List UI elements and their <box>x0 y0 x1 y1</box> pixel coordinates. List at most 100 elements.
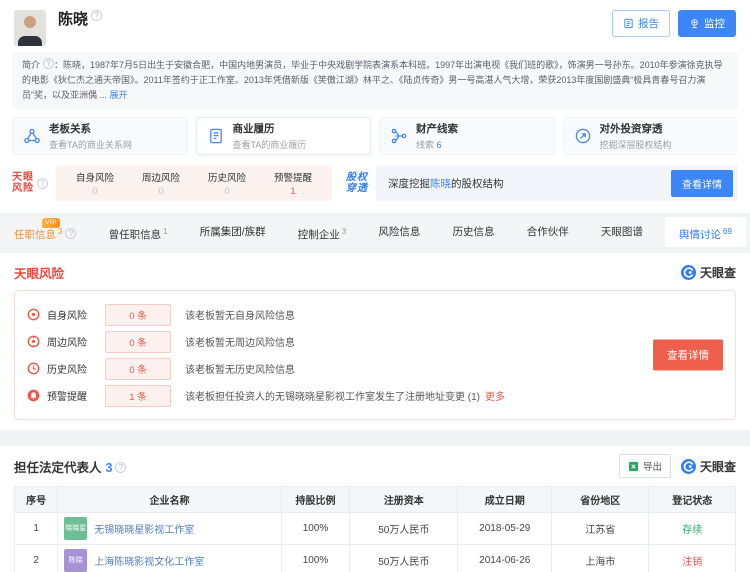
tab-label: 控制企业 <box>298 229 340 241</box>
company-link[interactable]: 无锡晓晓星影视工作室 <box>94 521 194 536</box>
stat-self-risk: 自身风险 0 <box>62 170 128 197</box>
card-business-resume[interactable]: 商业履历 查看TA的商业履历 <box>196 117 372 155</box>
risk-row-self: 自身风险 0 条 该老板暂无自身风险信息 <box>27 301 723 328</box>
card-boss-relation[interactable]: 老板关系 查看TA的商业关系网 <box>12 117 188 155</box>
card-asset-clues[interactable]: 财产线索 线索 6 <box>379 117 555 155</box>
cell-no: 1 <box>15 513 58 545</box>
tab-controlled-companies[interactable]: 控制企业3 <box>288 217 356 247</box>
tab-count: 3 <box>342 227 346 236</box>
cell-capital: 50万人民币 <box>350 545 458 572</box>
risk-count-pill[interactable]: 1 条 <box>105 385 171 407</box>
network-icon <box>23 127 41 145</box>
risk-section-title: 天眼风险 <box>14 263 64 282</box>
col-no: 序号 <box>15 487 58 513</box>
more-link[interactable]: 更多 <box>485 388 505 403</box>
tab-history-info[interactable]: 历史信息 <box>443 217 505 247</box>
equity-panel: 深度挖掘 陈晓 的股权结构 查看详情 <box>376 165 738 201</box>
equity-detail-button[interactable]: 查看详情 <box>671 170 733 197</box>
help-icon[interactable] <box>91 10 102 21</box>
card-subtitle: 查看TA的商业关系网 <box>49 138 132 151</box>
stat-history-risk: 历史风险 0 <box>194 170 260 197</box>
cell-no: 2 <box>15 545 58 572</box>
cell-region: 上海市 <box>552 545 649 572</box>
clue-prefix: 线索 <box>416 140 437 150</box>
card-title: 老板关系 <box>49 121 132 136</box>
equity-person-link[interactable]: 陈晓 <box>430 176 451 191</box>
card-subtitle: 挖掘深层股权结构 <box>600 138 672 151</box>
stat-value: 0 <box>128 186 194 197</box>
card-text: 商业履历 查看TA的商业履历 <box>233 121 307 151</box>
bio-label: 简介 <box>22 60 40 70</box>
stat-warning: 预警提醒 1 <box>260 170 326 197</box>
legal-rep-table: 序号 企业名称 持股比例 注册资本 成立日期 省份地区 登记状态 1 晓晓星 无… <box>14 486 736 572</box>
cell-capital: 50万人民币 <box>350 513 458 545</box>
card-text: 财产线索 线索 6 <box>416 121 458 151</box>
table-title-wrap: 担任法定代表人 3 <box>14 457 126 476</box>
logo-line: 股权 <box>346 172 368 183</box>
bio-colon: ： <box>54 60 63 70</box>
report-icon <box>623 18 634 29</box>
stat-value: 0 <box>194 186 260 197</box>
company-link[interactable]: 上海陈晓影视文化工作室 <box>94 553 204 568</box>
tab-group-family[interactable]: 所属集团/族群 <box>190 217 276 247</box>
report-button[interactable]: 报告 <box>612 10 670 37</box>
cell-date: 2014-06-26 <box>458 545 552 572</box>
tab-risk-info[interactable]: 风险信息 <box>368 217 430 247</box>
risk-count-pill[interactable]: 0 条 <box>105 358 171 380</box>
card-subtitle: 线索 6 <box>416 138 458 151</box>
monitor-button[interactable]: 监控 <box>678 10 736 37</box>
expand-link[interactable]: 展开 <box>110 90 128 100</box>
risk-count-pill[interactable]: 0 条 <box>105 304 171 326</box>
header-row: 陈晓 报告 监控 <box>0 8 750 48</box>
table-header-row: 序号 企业名称 持股比例 注册资本 成立日期 省份地区 登记状态 <box>15 487 736 513</box>
tab-partners[interactable]: 合作伙伴 <box>517 217 579 247</box>
card-outbound-investment[interactable]: 对外投资穿透 挖掘深层股权结构 <box>563 117 739 155</box>
tab-label: 曾任职信息 <box>109 229 162 241</box>
risk-row-warning: 预警提醒 1 条 该老板担任投资人的无锡晓晓星影视工作室发生了注册地址变更 (1… <box>27 382 723 409</box>
card-title: 财产线索 <box>416 121 458 136</box>
risk-help-icon[interactable] <box>37 178 48 189</box>
profile-photo[interactable] <box>14 10 46 46</box>
tab-help-icon[interactable] <box>65 228 76 239</box>
bio: 简介：陈晓，1987年7月5日出生于安徽合肥，中国内地男演员，毕业于中央戏剧学院… <box>12 52 738 109</box>
risk-row-nearby: 周边风险 0 条 该老板暂无周边风险信息 <box>27 328 723 355</box>
status-badge: 存续 <box>649 513 736 545</box>
tab-tianyan-graph[interactable]: 天眼图谱 <box>591 217 653 247</box>
risk-detail-button[interactable]: 查看详情 <box>653 340 723 371</box>
table-section-head: 担任法定代表人 3 导出 天眼查 <box>14 454 736 478</box>
risk-count-pill[interactable]: 0 条 <box>105 331 171 353</box>
risk-label: 预警提醒 <box>47 388 101 403</box>
cell-company: 陈晓 上海陈晓影视文化工作室 <box>58 545 282 572</box>
risk-alarm-icon <box>27 389 40 402</box>
table-title: 担任法定代表人 <box>14 461 102 475</box>
stat-nearby-risk: 周边风险 0 <box>128 170 194 197</box>
table-row: 2 陈晓 上海陈晓影视文化工作室 100% 50万人民币 2014-06-26 … <box>15 545 736 572</box>
tab-label: 所属集团/族群 <box>200 226 266 238</box>
stat-value: 0 <box>62 186 128 197</box>
brand-label: 天眼查 <box>700 264 736 281</box>
col-capital: 注册资本 <box>350 487 458 513</box>
col-ratio: 持股比例 <box>281 487 349 513</box>
table-help-icon[interactable] <box>115 462 126 473</box>
stat-label: 自身风险 <box>62 170 128 184</box>
export-button[interactable]: 导出 <box>619 454 671 478</box>
risk-box: 自身风险 0 条 该老板暂无自身风险信息 周边风险 0 条 该老板暂无周边风险信… <box>14 290 736 420</box>
quick-cards: 老板关系 查看TA的商业关系网 商业履历 查看TA的商业履历 财产线索 线索 6… <box>12 117 738 155</box>
equity-text: 的股权结构 <box>451 176 504 191</box>
cell-ratio: 100% <box>281 545 349 572</box>
table-head-actions: 导出 天眼查 <box>619 454 736 478</box>
tab-public-opinion[interactable]: 舆情讨论69 <box>665 217 746 247</box>
bio-help-icon[interactable] <box>43 58 54 69</box>
card-subtitle: 查看TA的商业履历 <box>233 138 307 151</box>
tab-positions[interactable]: VIP 任职信息3 <box>4 217 86 247</box>
stat-label: 预警提醒 <box>260 170 326 184</box>
risk-stats[interactable]: 自身风险 0 周边风险 0 历史风险 0 预警提醒 1 <box>56 165 332 201</box>
resume-icon <box>207 127 225 145</box>
equity-text: 深度挖掘 <box>388 176 430 191</box>
export-label: 导出 <box>643 459 662 473</box>
cell-region: 江苏省 <box>552 513 649 545</box>
tab-former-positions[interactable]: 曾任职信息1 <box>99 217 178 247</box>
card-text: 对外投资穿透 挖掘深层股权结构 <box>600 121 672 151</box>
table-count: 3 <box>106 461 113 475</box>
person-name: 陈晓 <box>58 10 88 30</box>
